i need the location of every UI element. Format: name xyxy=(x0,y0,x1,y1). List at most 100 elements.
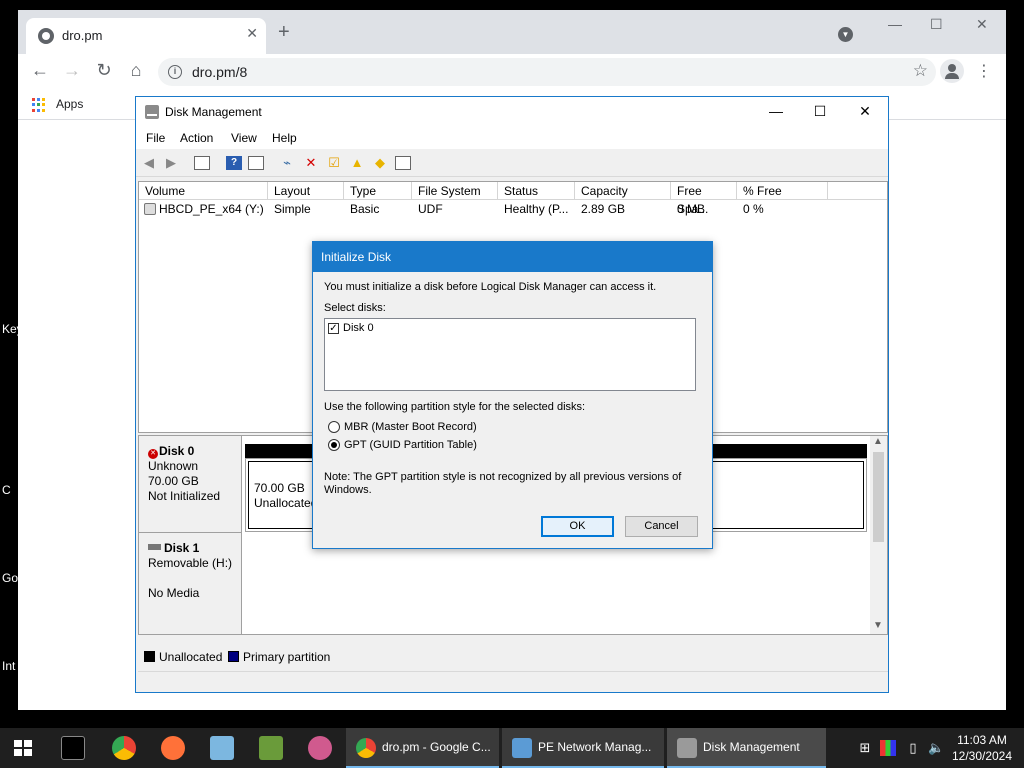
vertical-scrollbar[interactable]: ▲ ▼ xyxy=(870,436,887,634)
taskbar-task-network-manager[interactable]: PE Network Manag... xyxy=(502,728,664,768)
column-header-capacity[interactable]: Capacity xyxy=(575,182,671,200)
system-clock[interactable]: 11:03 AM 12/30/2024 xyxy=(950,732,1014,764)
scroll-up-icon[interactable]: ▲ xyxy=(873,436,883,447)
menu-view[interactable]: View xyxy=(231,131,257,145)
column-header-layout[interactable]: Layout xyxy=(268,182,344,200)
forward-icon[interactable]: → xyxy=(60,60,84,81)
status-bar xyxy=(138,671,888,691)
disk-type: Removable (H:) xyxy=(148,556,233,570)
info-icon[interactable]: i xyxy=(168,65,182,79)
column-header-type[interactable]: Type xyxy=(344,182,412,200)
address-bar[interactable]: i dro.pm/8 ☆ xyxy=(158,58,936,86)
dialog-titlebar[interactable]: Initialize Disk xyxy=(313,242,712,272)
window-titlebar[interactable]: Disk Management — ☐ ✕ xyxy=(136,97,888,127)
url-text[interactable]: dro.pm/8 xyxy=(192,64,247,80)
menu-file[interactable]: File xyxy=(146,131,165,145)
more-menu-icon[interactable]: ⋮ xyxy=(976,61,992,81)
legend: Unallocated Primary partition xyxy=(138,647,888,667)
menu-help[interactable]: Help xyxy=(272,131,297,145)
volume-muted-icon[interactable]: 🔈 xyxy=(928,740,944,756)
delete-icon[interactable]: ✕ xyxy=(303,156,319,170)
browser-tab[interactable]: dro.pm ✕ xyxy=(26,18,266,54)
search-folder-icon[interactable]: ◆ xyxy=(372,156,388,170)
disk-1-label[interactable]: Disk 1 Removable (H:) No Media xyxy=(139,533,242,634)
desktop-icon-label: Int xyxy=(2,659,16,673)
back-icon[interactable]: ← xyxy=(28,60,52,81)
connect-icon[interactable]: ⌁ xyxy=(279,156,295,170)
initialize-disk-dialog: Initialize Disk You must initialize a di… xyxy=(312,241,713,549)
taskbar: dro.pm - Google C... PE Network Manag...… xyxy=(0,728,1024,768)
home-icon[interactable]: ⌂ xyxy=(124,60,148,81)
tab-search-icon[interactable]: ▼ xyxy=(838,27,853,42)
scroll-down-icon[interactable]: ▼ xyxy=(873,620,883,631)
tab-strip: dro.pm ✕ + ▼ — ☐ ✕ xyxy=(18,10,1006,54)
column-header-status[interactable]: Status xyxy=(498,182,575,200)
cancel-button[interactable]: Cancel xyxy=(625,516,698,537)
column-header-free-space[interactable]: Free Spa... xyxy=(671,182,737,216)
taskbar-task-chrome[interactable]: dro.pm - Google C... xyxy=(346,728,499,768)
firefox-icon[interactable] xyxy=(161,736,185,760)
disk-name: Disk 1 xyxy=(164,541,200,555)
color-tray-icon[interactable] xyxy=(880,740,896,756)
apps-grid-icon[interactable] xyxy=(32,98,46,112)
new-tab-icon[interactable]: + xyxy=(278,22,290,42)
app-icon[interactable] xyxy=(308,736,332,760)
disk-item-label[interactable]: Disk 0 xyxy=(343,322,374,334)
command-prompt-icon[interactable] xyxy=(61,736,85,760)
disk-listbox[interactable]: ✓ Disk 0 xyxy=(324,318,696,391)
back-arrow-icon[interactable]: ◀ xyxy=(141,156,157,170)
reload-icon[interactable]: ↻ xyxy=(92,60,116,81)
layout-cell: Simple xyxy=(274,202,311,216)
legend-unallocated: Unallocated xyxy=(159,650,223,664)
volume-cell: HBCD_PE_x64 (Y:) xyxy=(144,202,264,216)
close-icon[interactable]: ✕ xyxy=(976,16,988,33)
ok-button[interactable]: OK xyxy=(541,516,614,537)
gpt-option-label[interactable]: GPT (GUID Partition Table) xyxy=(344,439,477,451)
windows-start-icon[interactable] xyxy=(14,740,32,756)
mbr-option-label[interactable]: MBR (Master Boot Record) xyxy=(344,421,477,433)
capacity-cell: 2.89 GB xyxy=(581,202,626,216)
keyboard-tray-icon[interactable]: ▯ xyxy=(905,740,921,756)
list-view-icon[interactable] xyxy=(395,156,411,170)
properties-pane-icon[interactable] xyxy=(248,156,264,170)
check-icon[interactable]: ☑ xyxy=(326,156,342,170)
menu-action[interactable]: Action xyxy=(180,131,213,145)
gpt-radio[interactable] xyxy=(328,439,340,451)
column-header-volume[interactable]: Volume xyxy=(139,182,268,200)
profile-icon[interactable] xyxy=(940,59,964,83)
folder-up-icon[interactable]: ▲ xyxy=(349,156,365,170)
chrome-icon xyxy=(356,738,376,758)
scroll-thumb[interactable] xyxy=(873,452,884,542)
primary-partition-swatch xyxy=(228,651,239,662)
desktop-icon-label: Go xyxy=(2,571,19,585)
notepad-icon[interactable] xyxy=(259,736,283,760)
drive-icon xyxy=(144,203,156,215)
file-system-cell: UDF xyxy=(418,202,443,216)
mbr-radio[interactable] xyxy=(328,421,340,433)
help-icon[interactable]: ? xyxy=(226,156,242,170)
apps-bookmark[interactable]: Apps xyxy=(56,97,83,111)
column-header-percent-free[interactable]: % Free xyxy=(737,182,828,200)
console-tree-icon[interactable] xyxy=(194,156,210,170)
disk-0-label[interactable]: ✕ Disk 0 Unknown 70.00 GB Not Initialized xyxy=(139,436,242,533)
disk-state: No Media xyxy=(148,586,200,600)
minimize-icon[interactable]: — xyxy=(766,103,786,119)
minimize-icon[interactable]: — xyxy=(888,16,902,32)
close-tab-icon[interactable]: ✕ xyxy=(246,25,258,42)
gpt-note-line-1: Note: The GPT partition style is not rec… xyxy=(324,471,682,483)
column-header-file-system[interactable]: File System xyxy=(412,182,498,200)
disk-checkbox[interactable]: ✓ xyxy=(328,323,339,334)
forward-arrow-icon[interactable]: ▶ xyxy=(163,156,179,170)
taskbar-task-disk-management[interactable]: Disk Management xyxy=(667,728,826,768)
chrome-icon[interactable] xyxy=(112,736,136,760)
partition-size: 70.00 GB xyxy=(254,481,305,495)
toolbar: ◀ ▶ ? ⌁ ✕ ☑ ▲ ◆ xyxy=(136,149,888,177)
explorer-icon[interactable] xyxy=(210,736,234,760)
desktop-icon-label: C xyxy=(2,483,11,497)
maximize-icon[interactable]: ☐ xyxy=(810,103,830,120)
maximize-icon[interactable]: ☐ xyxy=(930,16,943,33)
network-tray-icon[interactable]: ⊞ xyxy=(857,740,873,756)
close-icon[interactable]: ✕ xyxy=(855,103,875,120)
bookmark-star-icon[interactable]: ☆ xyxy=(913,61,928,81)
free-space-cell: 0 MB xyxy=(677,202,706,216)
